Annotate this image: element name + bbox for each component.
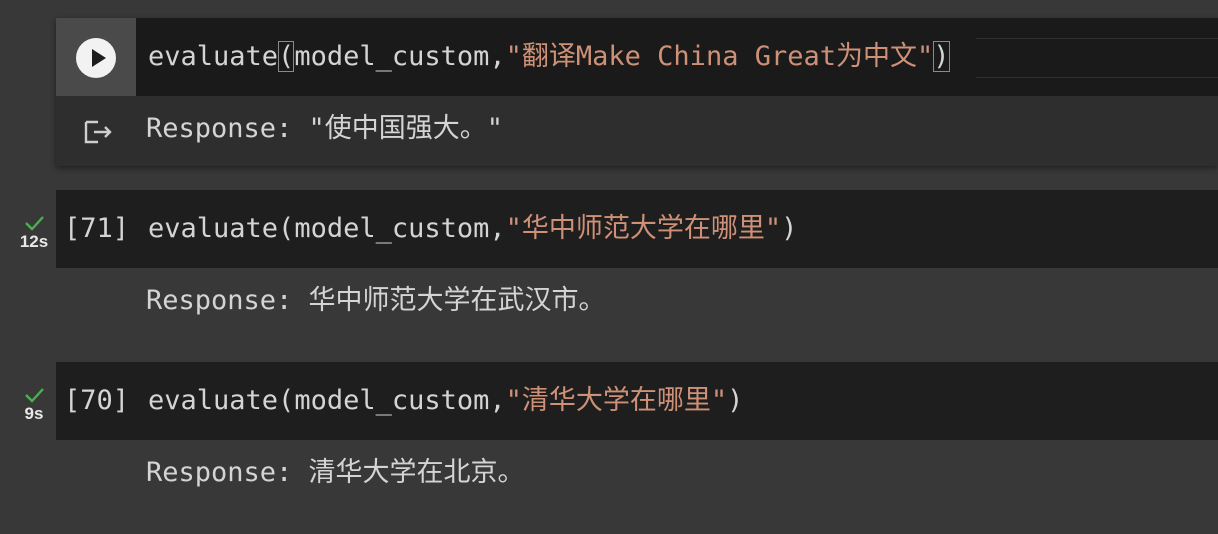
cell-status: 9s [14,386,54,423]
string-literal: "华中师范大学在哪里" [505,213,782,244]
argument: model_custom, [294,41,506,72]
open-paren: ( [278,213,295,244]
argument: model_custom, [294,385,506,416]
execution-time: 9s [24,404,44,423]
execution-count: [70] [64,385,130,416]
execution-time: 12s [19,232,49,251]
code-editor[interactable]: [71] evaluate(model_custom,"华中师范大学在哪里") [56,190,1218,268]
close-paren: ) [727,385,744,416]
open-paren: ( [278,41,295,72]
open-paren: ( [278,385,295,416]
code-cell-focused[interactable]: evaluate(model_custom,"翻译Make China Grea… [56,18,1218,166]
close-paren: ) [933,41,950,72]
string-literal: "清华大学在哪里" [505,385,728,416]
code-cell[interactable]: [71] evaluate(model_custom,"华中师范大学在哪里") … [56,190,1218,340]
run-cell-button[interactable] [76,38,116,78]
check-icon [25,216,44,231]
output-text: Response: 清华大学在北京。 [146,457,525,488]
function-name: evaluate [148,41,279,72]
code-editor[interactable]: evaluate(model_custom,"翻译Make China Grea… [136,18,1218,96]
play-icon [92,49,106,67]
code-cell[interactable]: [70] evaluate(model_custom,"清华大学在哪里") Re… [56,362,1218,512]
current-line-highlight [976,38,1218,78]
cell-output: Response: 清华大学在北京。 [56,440,1218,510]
function-name: evaluate [148,385,279,416]
output-redirect-icon[interactable] [82,116,114,148]
output-text: Response: 华中师范大学在武汉市。 [146,285,606,316]
code-line[interactable]: evaluate(model_custom,"华中师范大学在哪里") [148,190,797,268]
argument: model_custom, [294,213,506,244]
cell-status: 12s [14,214,54,251]
code-line[interactable]: evaluate(model_custom,"清华大学在哪里") [148,362,743,440]
string-literal: "翻译Make China Great为中文" [505,41,934,72]
output-text: Response: "使中国强大。" [146,113,504,144]
execution-count: [71] [64,213,130,244]
close-paren: ) [781,213,798,244]
cell-gutter [56,18,136,96]
function-name: evaluate [148,213,279,244]
code-editor[interactable]: [70] evaluate(model_custom,"清华大学在哪里") [56,362,1218,440]
code-line[interactable]: evaluate(model_custom,"翻译Make China Grea… [148,18,950,96]
check-icon [25,388,44,403]
cell-output: Response: 华中师范大学在武汉市。 [56,268,1218,338]
notebook: evaluate(model_custom,"翻译Make China Grea… [0,0,1218,534]
cell-output: Response: "使中国强大。" [56,96,1218,166]
